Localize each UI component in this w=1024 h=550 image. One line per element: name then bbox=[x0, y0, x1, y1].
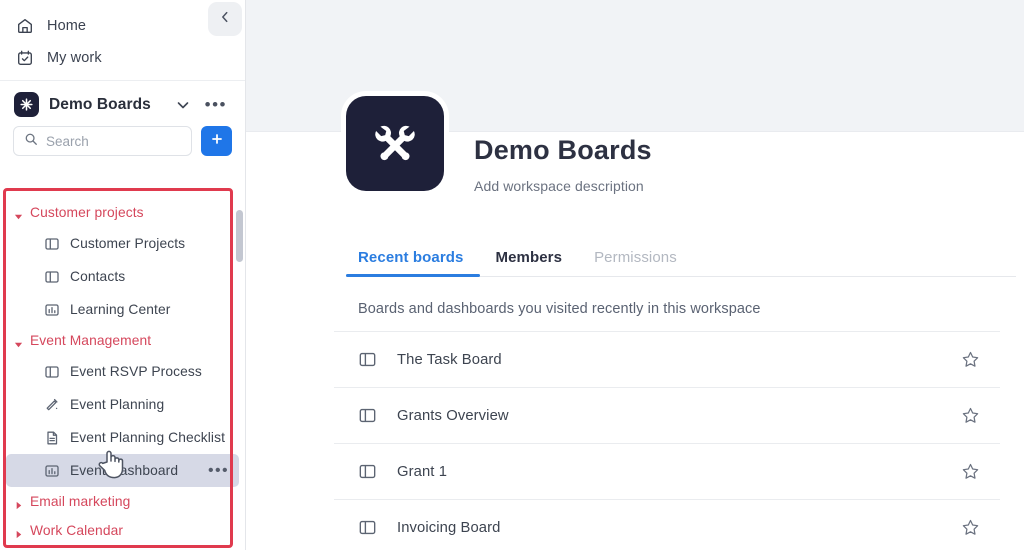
tab-recent-boards-label: Recent boards bbox=[358, 249, 464, 266]
board-name: Invoicing Board bbox=[397, 519, 501, 536]
caret-down-icon bbox=[14, 208, 23, 220]
page-title: Demo Boards bbox=[474, 135, 652, 165]
tree-item-contacts[interactable]: Contacts bbox=[6, 260, 239, 293]
table-row[interactable]: Invoicing Board bbox=[334, 500, 1000, 550]
board-name: The Task Board bbox=[397, 351, 502, 368]
tree-folder-email-marketing[interactable]: Email marketing bbox=[0, 487, 245, 516]
workspace-name: Demo Boards bbox=[49, 95, 151, 113]
board-icon bbox=[44, 236, 60, 252]
tree-item-learning-center[interactable]: Learning Center bbox=[6, 293, 239, 326]
workspace-more-button[interactable]: ••• bbox=[205, 96, 227, 113]
table-row[interactable]: The Task Board bbox=[334, 331, 1000, 388]
workspace-avatar-small bbox=[14, 92, 39, 117]
workspace-description[interactable]: Add workspace description bbox=[474, 178, 652, 194]
tab-permissions-label: Permissions bbox=[594, 249, 677, 266]
dashboard-icon bbox=[44, 302, 60, 318]
caret-right-icon bbox=[14, 497, 23, 510]
table-row[interactable]: Grants Overview bbox=[334, 388, 1000, 444]
collapse-sidebar-button[interactable] bbox=[208, 2, 242, 36]
board-tree-inner: Customer projects Customer Projects Cont… bbox=[0, 190, 245, 545]
tree-item-customer-projects[interactable]: Customer Projects bbox=[6, 227, 239, 260]
tree-item-label: Event Planning Checklist bbox=[70, 430, 226, 445]
tab-permissions[interactable]: Permissions bbox=[578, 249, 693, 276]
star-outline-icon[interactable] bbox=[961, 406, 980, 425]
search-placeholder: Search bbox=[46, 133, 89, 149]
board-name: Grant 1 bbox=[397, 463, 448, 480]
app-root: Home My work Demo Boards ••• Search Cust… bbox=[0, 0, 1024, 550]
caret-down-icon bbox=[14, 336, 23, 348]
add-board-button[interactable] bbox=[201, 126, 232, 156]
board-icon bbox=[44, 364, 60, 380]
plus-icon bbox=[210, 132, 224, 151]
sidebar-scrollbar[interactable] bbox=[236, 200, 243, 545]
tree-folder-label: Event Management bbox=[30, 333, 152, 348]
tree-folder-event-management[interactable]: Event Management bbox=[0, 326, 245, 355]
tree-folder-work-calendar[interactable]: Work Calendar bbox=[0, 516, 245, 545]
workspace-actions: ••• bbox=[175, 96, 231, 113]
sidebar: Home My work Demo Boards ••• Search Cust… bbox=[0, 0, 246, 550]
sidebar-scrollbar-thumb[interactable] bbox=[236, 210, 243, 262]
board-icon bbox=[358, 406, 377, 425]
workspace-header: Demo Boards Add workspace description bbox=[346, 96, 652, 194]
dashboard-icon bbox=[44, 463, 60, 479]
tree-item-label: Contacts bbox=[70, 269, 126, 284]
tree-item-label: Event Dashboard bbox=[70, 463, 179, 478]
tree-item-label: Learning Center bbox=[70, 302, 171, 317]
workspace-tabs: Recent boards Members Permissions bbox=[346, 249, 1016, 277]
caret-right-icon bbox=[14, 526, 23, 539]
calendar-check-icon bbox=[16, 49, 34, 67]
tree-item-more-button[interactable]: ••• bbox=[208, 462, 229, 478]
tree-folder-label: Work Calendar bbox=[30, 523, 124, 538]
tree-item-event-planning-checklist[interactable]: Event Planning Checklist bbox=[6, 421, 239, 454]
star-outline-icon[interactable] bbox=[961, 462, 980, 481]
nav-item-my-work-label: My work bbox=[47, 50, 102, 66]
board-icon bbox=[358, 350, 377, 369]
board-name: Grants Overview bbox=[397, 407, 509, 424]
recent-boards-list: The Task Board Grants Overview Grant 1 I… bbox=[334, 331, 1000, 550]
workspace-titles: Demo Boards Add workspace description bbox=[474, 96, 652, 194]
tree-item-label: Event RSVP Process bbox=[70, 364, 202, 379]
tree-item-label: Customer Projects bbox=[70, 236, 186, 251]
star-outline-icon[interactable] bbox=[961, 518, 980, 537]
search-icon bbox=[24, 132, 38, 151]
search-input[interactable]: Search bbox=[13, 126, 192, 156]
tree-item-event-rsvp-process[interactable]: Event RSVP Process bbox=[6, 355, 239, 388]
chevron-left-icon bbox=[218, 10, 232, 29]
main-content: Demo Boards Add workspace description Re… bbox=[246, 0, 1024, 550]
tab-members-label: Members bbox=[495, 249, 563, 266]
tree-folder-label: Email marketing bbox=[30, 494, 131, 509]
table-row[interactable]: Grant 1 bbox=[334, 444, 1000, 500]
workflow-icon bbox=[44, 397, 60, 413]
nav-item-home-label: Home bbox=[47, 18, 87, 34]
search-row: Search bbox=[0, 126, 245, 168]
tab-recent-boards[interactable]: Recent boards bbox=[346, 249, 480, 277]
board-tree[interactable]: Customer projects Customer Projects Cont… bbox=[0, 190, 245, 550]
tree-folder-customer-projects[interactable]: Customer projects bbox=[0, 198, 245, 227]
board-icon bbox=[358, 518, 377, 537]
tree-item-label: Event Planning bbox=[70, 397, 165, 412]
home-icon bbox=[16, 17, 34, 35]
doc-icon bbox=[44, 430, 60, 446]
star-outline-icon[interactable] bbox=[961, 350, 980, 369]
tree-item-event-planning[interactable]: Event Planning bbox=[6, 388, 239, 421]
tree-folder-label: Customer projects bbox=[30, 205, 144, 220]
tab-members[interactable]: Members bbox=[480, 249, 579, 276]
nav-item-my-work[interactable]: My work bbox=[0, 42, 245, 74]
board-icon bbox=[358, 462, 377, 481]
recent-boards-subtitle: Boards and dashboards you visited recent… bbox=[358, 301, 761, 317]
workspace-switcher[interactable]: Demo Boards ••• bbox=[0, 81, 245, 126]
board-icon bbox=[44, 269, 60, 285]
tree-item-event-dashboard[interactable]: Event Dashboard ••• bbox=[6, 454, 239, 487]
crossed-wrenches-icon[interactable] bbox=[346, 96, 444, 191]
chevron-down-icon[interactable] bbox=[175, 97, 191, 113]
